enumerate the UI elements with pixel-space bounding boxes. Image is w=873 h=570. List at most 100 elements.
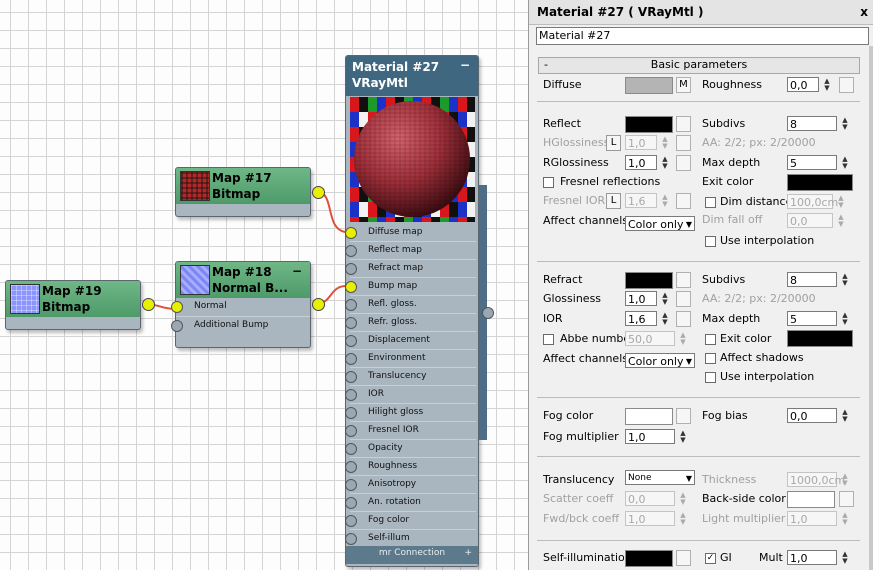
- self-illumination-map-button[interactable]: [676, 550, 691, 566]
- material-slot[interactable]: An. rotation: [345, 494, 476, 512]
- spinner-arrows[interactable]: ▲ ▼: [678, 512, 688, 526]
- input-socket[interactable]: [345, 533, 357, 545]
- input-socket[interactable]: [345, 389, 357, 401]
- diffuse-color-swatch[interactable]: [625, 77, 673, 94]
- reflect-subdivs-spinner[interactable]: 8 ▲ ▼: [787, 116, 848, 131]
- refract-color-swatch[interactable]: [625, 272, 673, 289]
- dim-distance-checkbox[interactable]: [705, 197, 716, 208]
- spinner-arrows[interactable]: ▲ ▼: [840, 117, 850, 131]
- material-name-input[interactable]: Material #27: [536, 27, 869, 45]
- hglossiness-map-button[interactable]: [676, 135, 691, 151]
- reflect-max-depth-spinner[interactable]: 5 ▲ ▼: [787, 155, 848, 170]
- input-socket[interactable]: [345, 317, 357, 329]
- input-socket[interactable]: [345, 371, 357, 383]
- node-map18-header[interactable]: Map #18 Normal B... −: [176, 262, 310, 298]
- material-slot[interactable]: Diffuse map: [345, 224, 476, 242]
- reflect-use-interpolation-checkbox[interactable]: [705, 236, 716, 247]
- refract-subdivs-spinner[interactable]: 8 ▲ ▼: [787, 272, 848, 287]
- material-slot[interactable]: Opacity: [345, 440, 476, 458]
- refract-use-interpolation-checkbox[interactable]: [705, 372, 716, 383]
- material-slot[interactable]: Environment: [345, 350, 476, 368]
- roughness-spinner[interactable]: 0,0 ▲ ▼: [787, 77, 830, 92]
- self-illumination-color-swatch[interactable]: [625, 550, 673, 567]
- reflect-color-swatch[interactable]: [625, 116, 673, 133]
- refract-glossiness-map-button[interactable]: [676, 291, 691, 307]
- light-multiplier-spinner[interactable]: 1,0 ▲ ▼: [787, 511, 848, 526]
- output-socket[interactable]: [142, 298, 155, 311]
- fresnel-ior-map-button[interactable]: [676, 193, 691, 209]
- input-socket[interactable]: [345, 515, 357, 527]
- material-slot[interactable]: Refl. gloss.: [345, 296, 476, 314]
- panel-scrollbar[interactable]: [869, 46, 873, 570]
- fog-bias-spinner[interactable]: 0,0 ▲ ▼: [787, 408, 848, 423]
- input-socket[interactable]: [345, 425, 357, 437]
- output-socket[interactable]: [312, 298, 325, 311]
- fwd-bck-coeff-spinner[interactable]: 1,0 ▲ ▼: [625, 511, 686, 526]
- hglossiness-spinner[interactable]: 1,0 ▲ ▼: [625, 135, 668, 150]
- mr-connection-footer[interactable]: mr Connection +: [346, 546, 478, 564]
- close-button[interactable]: x: [860, 0, 868, 24]
- node-map17-header[interactable]: Map #17 Bitmap: [176, 168, 310, 204]
- material-slot[interactable]: Refract map: [345, 260, 476, 278]
- back-side-map-button[interactable]: [839, 491, 854, 507]
- input-socket[interactable]: [345, 335, 357, 347]
- reflect-affect-channels-dropdown[interactable]: Color only ▼: [625, 216, 695, 231]
- input-socket[interactable]: [345, 407, 357, 419]
- fresnel-ior-lock-button[interactable]: L: [606, 193, 621, 209]
- input-socket[interactable]: [345, 227, 357, 239]
- spinner-arrows[interactable]: ▲ ▼: [836, 195, 846, 209]
- spinner-arrows[interactable]: ▲ ▼: [678, 492, 688, 506]
- slot-normal[interactable]: Normal: [171, 298, 310, 317]
- material-slot[interactable]: Anisotropy: [345, 476, 476, 494]
- dim-fall-off-spinner[interactable]: 0,0 ▲ ▼: [787, 213, 844, 228]
- rglossiness-map-button[interactable]: [676, 155, 691, 171]
- input-socket[interactable]: [345, 497, 357, 509]
- spinner-arrows[interactable]: ▲ ▼: [678, 430, 688, 444]
- reflect-map-button[interactable]: [676, 116, 691, 132]
- spinner-arrows[interactable]: ▲ ▼: [678, 332, 688, 346]
- fresnel-reflections-checkbox[interactable]: [543, 177, 554, 188]
- spinner-arrows[interactable]: ▲ ▼: [660, 136, 670, 150]
- material-slot[interactable]: Hilight gloss: [345, 404, 476, 422]
- spinner-arrows[interactable]: ▲ ▼: [840, 273, 850, 287]
- refract-exit-color-swatch[interactable]: [787, 330, 853, 347]
- node-map19-header[interactable]: Map #19 Bitmap: [6, 281, 140, 317]
- slate-node-view[interactable]: Map #17 Bitmap Map #18 Normal B... − Nor…: [0, 0, 528, 570]
- input-socket[interactable]: [345, 263, 357, 275]
- spinner-arrows[interactable]: ▲ ▼: [660, 312, 670, 326]
- input-socket[interactable]: [345, 245, 357, 257]
- rollout-toggle[interactable]: -: [544, 58, 548, 72]
- material-slot[interactable]: Fresnel IOR: [345, 422, 476, 440]
- self-illum-mult-spinner[interactable]: 1,0 ▲ ▼: [787, 550, 848, 565]
- node-material[interactable]: Material #27 VRayMtl − Diffuse map Refle…: [345, 55, 479, 567]
- refract-map-button[interactable]: [676, 272, 691, 288]
- refract-max-depth-spinner[interactable]: 5 ▲ ▼: [787, 311, 848, 326]
- reflect-exit-color-swatch[interactable]: [787, 174, 853, 191]
- scatter-coeff-spinner[interactable]: 0,0 ▲ ▼: [625, 491, 686, 506]
- refract-exit-color-checkbox[interactable]: [705, 334, 716, 345]
- spinner-arrows[interactable]: ▲ ▼: [822, 78, 832, 92]
- material-slot[interactable]: Roughness: [345, 458, 476, 476]
- thickness-spinner[interactable]: 1000,0cm ▲ ▼: [787, 472, 848, 487]
- refract-affect-channels-dropdown[interactable]: Color only ▼: [625, 353, 695, 368]
- abbe-number-checkbox[interactable]: [543, 334, 554, 345]
- minimize-button[interactable]: −: [460, 58, 470, 72]
- dim-distance-spinner[interactable]: 100,0cm ▲ ▼: [787, 194, 844, 209]
- spinner-arrows[interactable]: ▲ ▼: [840, 551, 850, 565]
- material-slot[interactable]: Bump map: [345, 278, 476, 296]
- input-socket[interactable]: [345, 353, 357, 365]
- ior-spinner[interactable]: 1,6 ▲ ▼: [625, 311, 668, 326]
- material-slot[interactable]: Displacement: [345, 332, 476, 350]
- input-socket[interactable]: [345, 299, 357, 311]
- spinner-arrows[interactable]: ▲ ▼: [660, 156, 670, 170]
- refract-glossiness-spinner[interactable]: 1,0 ▲ ▼: [625, 291, 668, 306]
- spinner-arrows[interactable]: ▲ ▼: [840, 312, 850, 326]
- spinner-arrows[interactable]: ▲ ▼: [836, 214, 846, 228]
- fresnel-ior-spinner[interactable]: 1,6 ▲ ▼: [625, 193, 668, 208]
- slot-additional-bump[interactable]: Additional Bump: [171, 317, 310, 335]
- ior-map-button[interactable]: [676, 311, 691, 327]
- input-socket[interactable]: [345, 461, 357, 473]
- input-socket[interactable]: [345, 443, 357, 455]
- gi-checkbox[interactable]: ✓: [705, 553, 716, 564]
- roughness-map-button[interactable]: [839, 77, 854, 93]
